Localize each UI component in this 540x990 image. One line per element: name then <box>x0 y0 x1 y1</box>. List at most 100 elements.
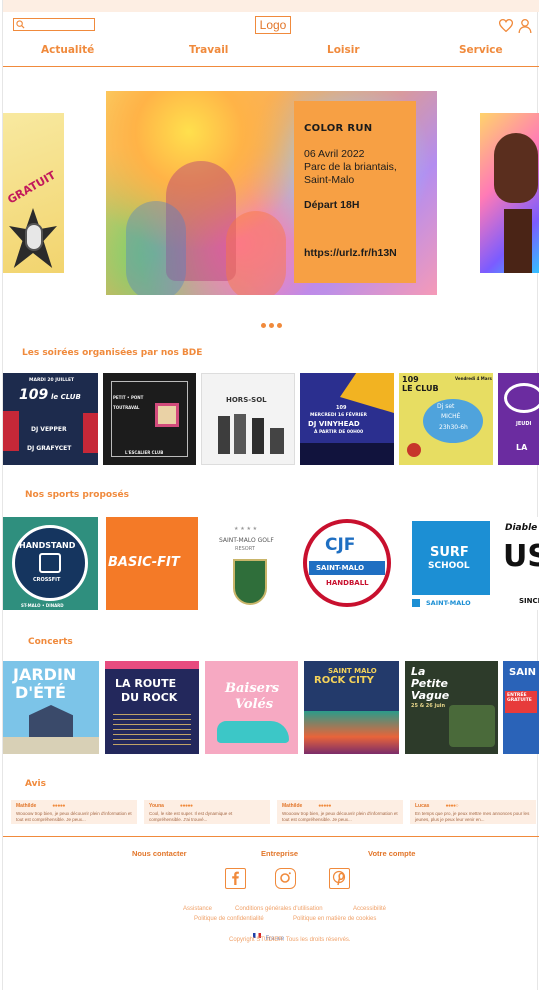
soiree-line: LE CLUB <box>402 384 439 393</box>
soiree-line: 109 <box>336 405 347 411</box>
soiree-line: Dj set <box>437 403 455 410</box>
search-icon <box>16 20 25 29</box>
sport-sub: SAINT-MALO <box>316 564 365 572</box>
sport-card[interactable]: CJF SAINT-MALO HANDBALL <box>301 517 395 610</box>
concert-line: D'ÉTÉ <box>15 683 66 702</box>
review-card[interactable]: Lucas ●●●●○ En temps que pro, je peux met… <box>410 800 536 824</box>
concert-card[interactable]: La Petite Vague 25 & 26 juin <box>405 661 498 754</box>
soiree-card[interactable]: HORS-SOL <box>201 373 295 465</box>
soiree-line: L'ESCALIER CLUB <box>125 450 164 455</box>
soiree-card[interactable]: 109 LE CLUB Vendredi 4 Mars Dj set MICHÉ… <box>399 373 493 465</box>
page: Logo Actualité Travail Loisir Service GR… <box>2 0 539 990</box>
review-author: Mathilde <box>282 803 303 809</box>
concert-card[interactable]: Baisers Volés <box>205 661 298 754</box>
sport-card[interactable]: ★ ★ ★ ★ SAINT-MALO GOLF RESORT <box>213 517 289 610</box>
sport-card[interactable]: BASIC-FIT <box>106 517 198 610</box>
footer-link-privacy[interactable]: Politique de confidentialité <box>194 916 264 922</box>
soiree-line: À PARTIR DE 00H00 <box>314 430 364 435</box>
sport-foot: SAINT-MALO <box>426 599 471 607</box>
concert-line: SAIN <box>509 667 537 678</box>
sport-name: SURF <box>430 545 469 560</box>
nav-travail[interactable]: Travail <box>189 44 228 56</box>
instagram-icon[interactable] <box>275 868 296 889</box>
soiree-card[interactable]: JEUDI LA <box>498 373 539 465</box>
concert-line: DU ROCK <box>121 691 178 704</box>
soiree-card[interactable]: PETIT • PONT TOUTRAVAL L'ESCALIER CLUB <box>103 373 196 465</box>
concert-card[interactable]: JARDIN D'ÉTÉ <box>3 661 99 754</box>
footer-link-cookies[interactable]: Politique en matière de cookies <box>293 916 376 922</box>
carousel-dot[interactable] <box>277 323 282 328</box>
carousel-slide-prev[interactable]: GRATUIT <box>3 113 64 273</box>
review-card[interactable]: Mathilde ●●●●● Woooow trop bien, je peux … <box>277 800 403 824</box>
footer-account-link[interactable]: Votre compte <box>368 849 415 858</box>
event-place: Parc de la briantais, Saint-Malo <box>304 161 397 186</box>
sport-sub: US <box>503 539 539 574</box>
carousel-slide-active[interactable]: COLOR RUN 06 Avril 2022 Parc de la brian… <box>106 91 437 295</box>
soiree-line: MICHÉ <box>441 413 461 420</box>
soiree-line: MARDI 20 JUILLET <box>29 378 75 383</box>
carousel-dots[interactable] <box>261 315 285 333</box>
soiree-line: MERCREDI 16 FÉVRIER <box>310 413 367 418</box>
soiree-line: 109 <box>19 387 49 403</box>
heart-icon[interactable] <box>499 19 513 32</box>
facebook-glyph <box>232 871 239 885</box>
footer-link-assistance[interactable]: Assistance <box>183 906 212 912</box>
sport-card[interactable]: SURF SCHOOL SAINT-MALO <box>410 517 492 610</box>
soiree-line: le CLUB <box>51 393 81 401</box>
user-icon[interactable] <box>518 18 532 34</box>
section-title-soirees: Les soirées organisées par nos BDE <box>22 348 203 358</box>
section-title-concerts: Concerts <box>28 637 73 647</box>
carousel-slide-next[interactable] <box>480 113 539 273</box>
footer-contact-link[interactable]: Nous contacter <box>132 849 187 858</box>
sport-sub: CROSSFIT <box>33 577 61 583</box>
review-text: En temps que pro, je peux mettre mes ann… <box>415 811 530 822</box>
sport-card[interactable]: Diable US SINCE <box>501 517 539 610</box>
facebook-icon[interactable] <box>225 868 246 889</box>
pinterest-icon[interactable] <box>329 868 350 889</box>
concert-line: ENTRÉE GRATUITE <box>507 693 532 703</box>
pinterest-glyph <box>332 870 346 886</box>
car-icon <box>217 721 289 743</box>
soiree-line: HORS-SOL <box>226 396 267 404</box>
search-input[interactable] <box>13 18 95 31</box>
section-title-avis: Avis <box>25 779 46 789</box>
star-icons: ★ ★ ★ ★ <box>234 526 258 532</box>
sport-name: SAINT-MALO GOLF <box>219 537 274 544</box>
sport-name: HANDSTAND <box>19 541 76 550</box>
concert-card[interactable]: LA ROUTE DU ROCK <box>105 661 199 754</box>
review-author: Mathilde <box>16 803 37 809</box>
soiree-line: 23h30-6h <box>439 424 468 431</box>
nav-service[interactable]: Service <box>459 44 503 56</box>
concert-line: Vague <box>411 689 450 702</box>
event-link[interactable]: https://urlz.fr/h13N <box>304 247 397 259</box>
concert-line: Volés <box>235 697 274 712</box>
nav-loisir[interactable]: Loisir <box>327 44 360 56</box>
concert-line: SAINT MALO <box>328 667 377 675</box>
review-card[interactable]: Youna ●●●●● Cool, le site est super. Il e… <box>144 800 270 824</box>
rating-stars: ●●●●● <box>318 803 331 809</box>
soiree-card[interactable]: MARDI 20 JUILLET 109 le CLUB DJ VEPPER D… <box>3 373 98 465</box>
concert-card[interactable]: SAINT MALO ROCK CITY <box>304 661 399 754</box>
carousel-dot[interactable] <box>269 323 274 328</box>
nav-divider <box>3 66 539 67</box>
footer-divider <box>3 836 539 837</box>
concert-line: LA ROUTE <box>115 677 177 690</box>
soiree-line: DJ VEPPER <box>31 426 67 433</box>
sport-name: CJF <box>325 535 356 555</box>
review-card[interactable]: Mathilde ●●●●● Woooow trop bien, je peux … <box>11 800 137 824</box>
footer-link-accessibility[interactable]: Accessibilité <box>353 906 386 912</box>
section-title-sports: Nos sports proposés <box>25 490 129 500</box>
logo[interactable]: Logo <box>255 16 291 34</box>
concert-line: ROCK CITY <box>314 675 374 686</box>
nav-actualite[interactable]: Actualité <box>41 44 94 56</box>
footer-company-link[interactable]: Entreprise <box>261 849 298 858</box>
soiree-line: JEUDI <box>516 421 532 427</box>
sport-card[interactable]: HANDSTAND CROSSFIT ST-MALO • DINARD <box>3 517 98 610</box>
review-author: Lucas <box>415 803 430 809</box>
soiree-line: DJ VINYHEAD <box>308 420 360 428</box>
footer-link-cgu[interactable]: Conditions générales d'utilisation <box>235 906 323 912</box>
soiree-card[interactable]: 109 MERCREDI 16 FÉVRIER DJ VINYHEAD À PA… <box>300 373 394 465</box>
concert-card[interactable]: SAIN ENTRÉE GRATUITE <box>503 661 539 754</box>
sport-name: BASIC-FIT <box>108 555 180 570</box>
carousel-dot[interactable] <box>261 323 266 328</box>
